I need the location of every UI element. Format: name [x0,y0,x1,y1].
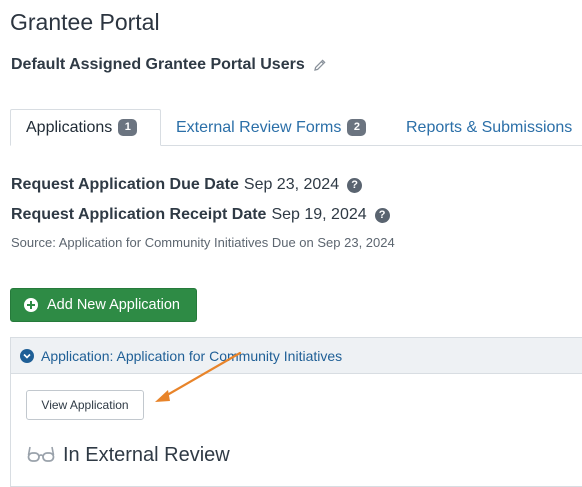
receipt-date-value: Sep 19, 2024 [271,206,367,223]
due-date-label: Request Application Due Date [11,176,239,193]
view-application-button[interactable]: View Application [26,390,144,420]
application-panel-header[interactable]: Application: Application for Community I… [11,338,582,374]
application-panel-title: Application: Application for Community I… [41,347,343,364]
tab-applications[interactable]: Applications 1 [10,109,161,146]
assigned-users-row: Default Assigned Grantee Portal Users [11,56,327,74]
plus-circle-icon [24,298,38,312]
tab-external-review-count: 2 [347,119,367,136]
tab-external-review-label: External Review Forms [176,118,342,136]
source-text: Source: Application for Community Initia… [11,235,395,250]
add-new-application-label: Add New Application [47,297,180,313]
help-icon[interactable]: ? [347,177,363,193]
page-title: Grantee Portal [10,9,160,35]
receipt-date-label: Request Application Receipt Date [11,206,267,223]
add-new-application-button[interactable]: Add New Application [10,288,197,322]
review-status-text: In External Review [63,444,230,466]
tab-reports-label: Reports & Submissions [406,118,573,136]
tab-external-review-forms[interactable]: External Review Forms 2 [176,109,367,146]
due-date-row: Request Application Due Date Sep 23, 202… [11,176,363,194]
chevron-down-icon [20,348,34,363]
review-status-row: In External Review [27,443,230,468]
help-icon[interactable]: ? [374,207,390,223]
tab-applications-label: Applications [26,118,113,136]
due-date-value: Sep 23, 2024 [243,176,340,193]
receipt-date-row: Request Application Receipt Date Sep 19,… [11,206,390,224]
tab-applications-count: 1 [118,119,138,136]
tab-reports-submissions[interactable]: Reports & Submissions [406,109,572,146]
pencil-icon[interactable] [313,58,327,72]
assigned-users-label: Default Assigned Grantee Portal Users [11,56,305,73]
application-panel: Application: Application for Community I… [10,337,582,487]
tab-bar: Applications 1 External Review Forms 2 R… [10,109,582,146]
glasses-icon [27,443,55,468]
